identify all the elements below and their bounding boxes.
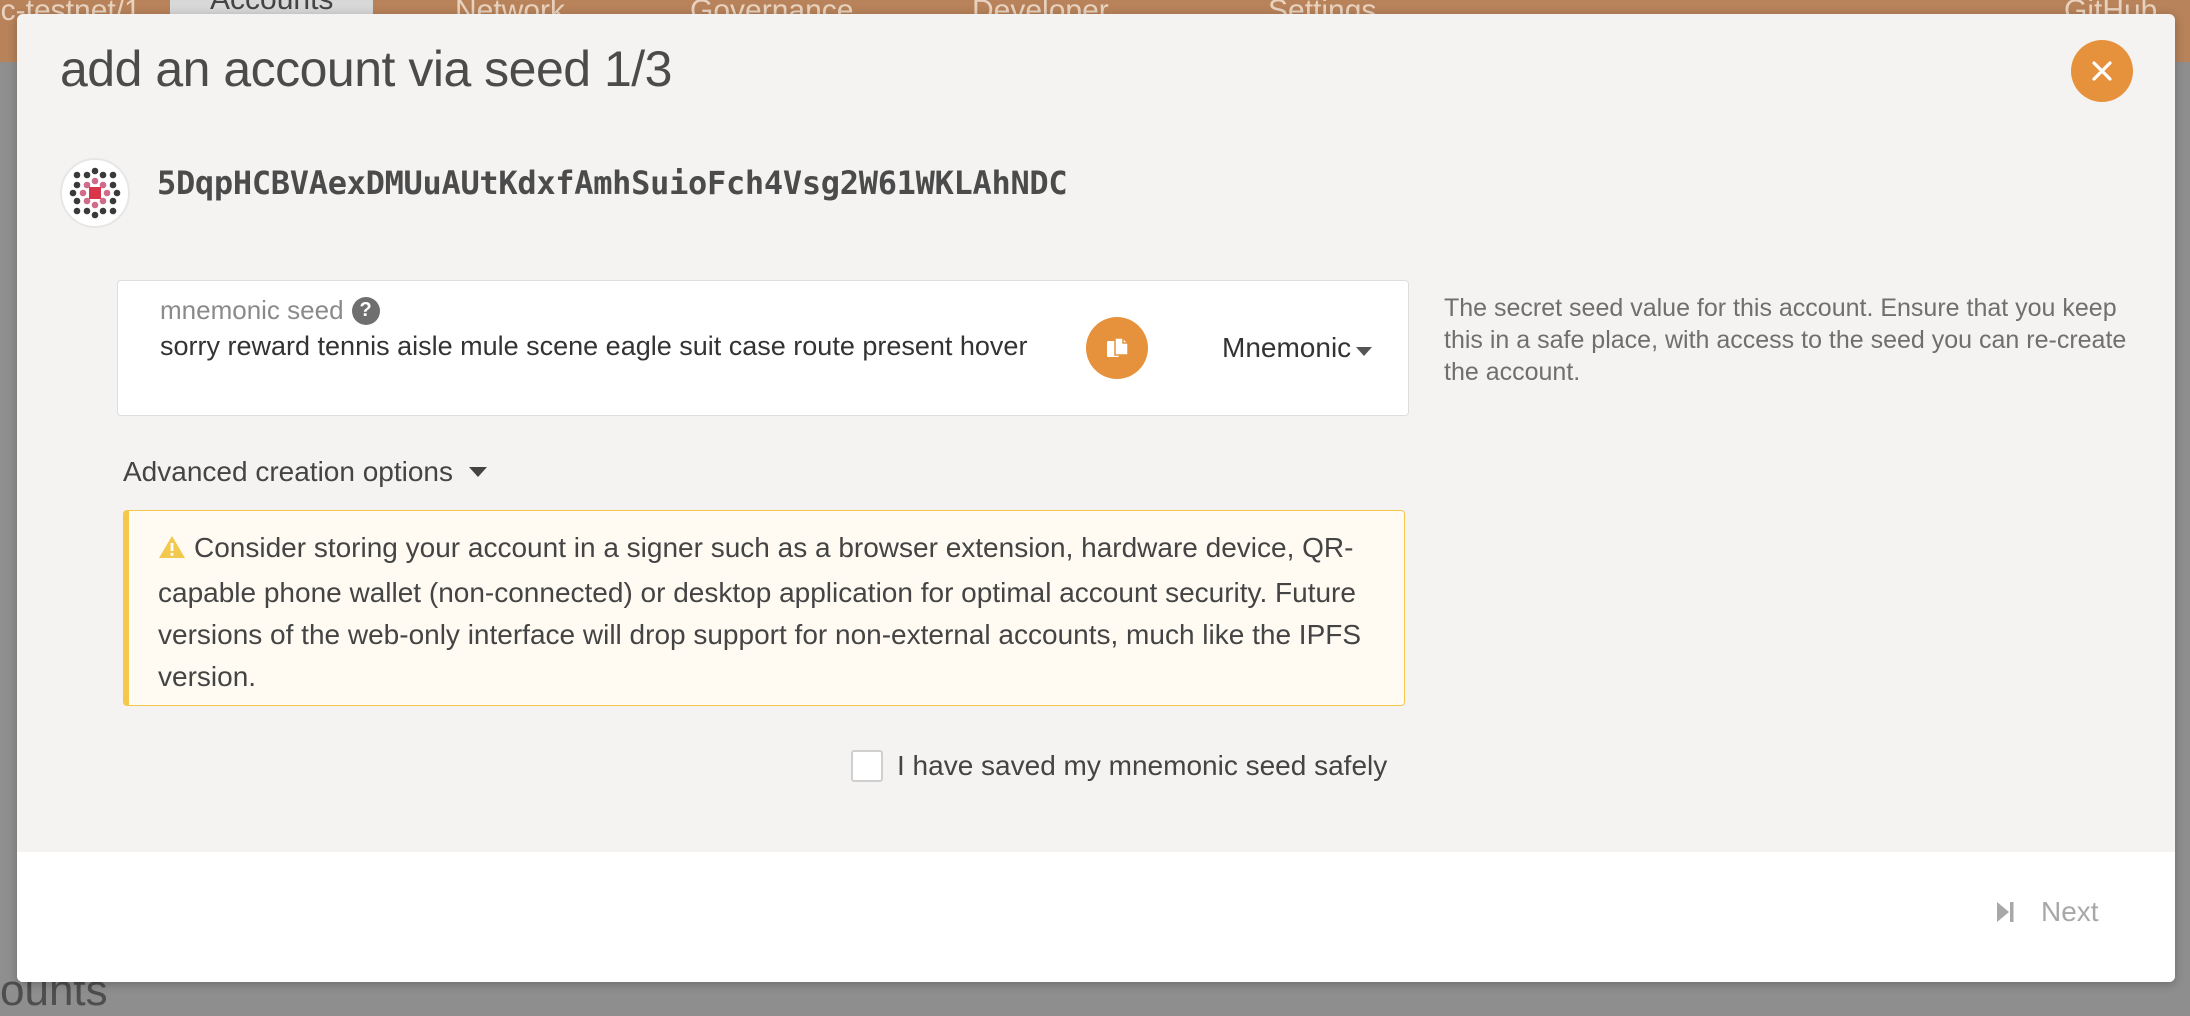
modal-title: add an account via seed 1/3: [60, 41, 672, 97]
warning-text: Consider storing your account in a signe…: [158, 532, 1362, 692]
close-icon: [2092, 61, 2112, 81]
help-icon[interactable]: ?: [351, 296, 380, 325]
advanced-options-toggle[interactable]: Advanced creation options: [123, 456, 487, 488]
warning-paragraph: Consider storing your account in a signe…: [158, 527, 1380, 698]
close-button[interactable]: [2071, 40, 2133, 102]
saved-seed-label: I have saved my mnemonic seed safely: [897, 750, 1388, 781]
chevron-down-icon: [469, 467, 487, 477]
security-warning: Consider storing your account in a signe…: [123, 510, 1405, 706]
advanced-options-label: Advanced creation options: [123, 456, 453, 487]
seed-type-select[interactable]: Mnemonic: [1198, 311, 1388, 385]
next-button[interactable]: Next: [1995, 896, 2099, 928]
seed-input[interactable]: sorry reward tennis aisle mule scene eag…: [160, 331, 1027, 362]
seed-help-text: The secret seed value for this account. …: [1444, 294, 2127, 386]
copy-icon: [1107, 337, 1129, 357]
saved-seed-confirmation[interactable]: I have saved my mnemonic seed safely: [851, 750, 1387, 782]
seed-type-value: Mnemonic: [1222, 332, 1352, 363]
seed-label-row: mnemonic seed ?: [160, 295, 380, 326]
copy-button[interactable]: [1086, 317, 1148, 379]
mnemonic-seed-field: mnemonic seed ? sorry reward tennis aisl…: [117, 280, 1409, 416]
identicon: [69, 167, 121, 219]
background-tab-accounts: Accounts: [170, 0, 374, 14]
seed-label: mnemonic seed: [160, 295, 344, 325]
account-address: 5DqpHCBVAexDMUuAUtKdxfAmhSuioFch4Vsg2W61…: [157, 164, 1068, 202]
background-sidebar: [0, 62, 17, 992]
add-account-modal: add an account via seed 1/3 5DqpHCBVAexD…: [17, 14, 2175, 982]
modal-footer: Next: [17, 852, 2175, 982]
next-label: Next: [2041, 896, 2099, 927]
chevron-down-icon: [1356, 347, 1372, 356]
next-icon: [1995, 900, 2015, 924]
account-identicon: [60, 158, 130, 228]
warning-icon: [158, 530, 186, 572]
saved-seed-checkbox[interactable]: [851, 750, 883, 782]
